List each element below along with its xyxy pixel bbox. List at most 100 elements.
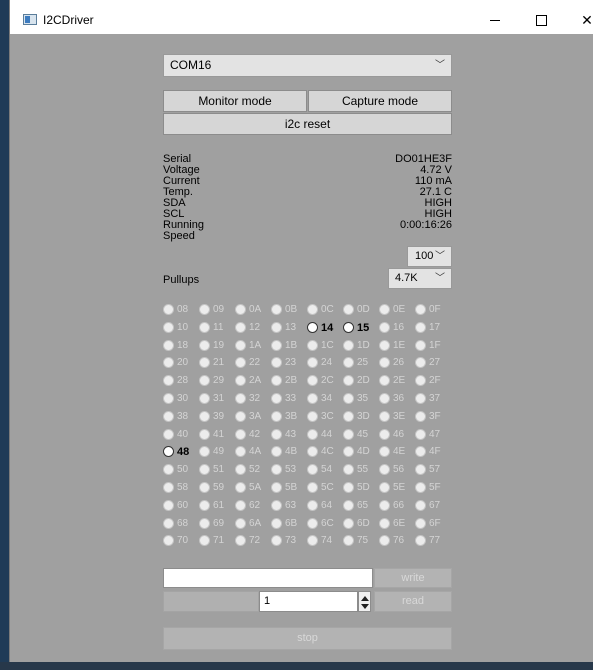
radio-icon[interactable] xyxy=(379,464,390,476)
radio-icon[interactable] xyxy=(235,482,246,493)
radio-icon[interactable] xyxy=(199,517,210,529)
address-6E[interactable]: 6E xyxy=(379,517,405,530)
address-60[interactable]: 60 xyxy=(163,499,188,512)
radio-icon[interactable] xyxy=(271,393,282,404)
radio-icon[interactable] xyxy=(271,464,282,476)
radio-icon[interactable] xyxy=(379,517,390,529)
address-40[interactable]: 40 xyxy=(163,428,188,441)
address-43[interactable]: 43 xyxy=(271,428,296,441)
radio-icon[interactable] xyxy=(379,321,390,333)
address-53[interactable]: 53 xyxy=(271,464,296,476)
address-65[interactable]: 65 xyxy=(343,499,368,512)
radio-icon[interactable] xyxy=(343,499,354,511)
address-52[interactable]: 52 xyxy=(235,464,260,476)
address-3B[interactable]: 3B xyxy=(271,410,297,423)
address-09[interactable]: 09 xyxy=(199,304,224,316)
address-6D[interactable]: 6D xyxy=(343,517,370,530)
monitor-mode-button[interactable]: Monitor mode xyxy=(163,90,307,112)
address-23[interactable]: 23 xyxy=(271,357,296,369)
address-1F[interactable]: 1F xyxy=(415,339,441,352)
address-33[interactable]: 33 xyxy=(271,393,296,405)
address-1D[interactable]: 1D xyxy=(343,339,370,352)
speed-select[interactable]: 100 ﹀ xyxy=(407,246,452,267)
address-1A[interactable]: 1A xyxy=(235,339,261,352)
write-data-input[interactable] xyxy=(163,568,373,588)
radio-icon[interactable] xyxy=(307,357,318,369)
address-3D[interactable]: 3D xyxy=(343,410,370,423)
radio-icon[interactable] xyxy=(415,535,426,547)
address-2B[interactable]: 2B xyxy=(271,375,297,387)
radio-icon[interactable] xyxy=(235,357,246,369)
radio-icon[interactable] xyxy=(307,410,318,422)
radio-icon[interactable] xyxy=(343,357,354,369)
address-49[interactable]: 49 xyxy=(199,446,224,458)
radio-icon[interactable] xyxy=(343,375,354,387)
radio-icon[interactable] xyxy=(415,304,426,315)
address-2C[interactable]: 2C xyxy=(307,375,334,387)
address-3F[interactable]: 3F xyxy=(415,410,441,423)
address-6B[interactable]: 6B xyxy=(271,517,297,530)
radio-icon[interactable] xyxy=(307,446,318,458)
address-16[interactable]: 16 xyxy=(379,321,404,334)
radio-icon[interactable] xyxy=(199,304,210,315)
radio-icon[interactable] xyxy=(379,410,390,422)
read-count-spinner[interactable] xyxy=(358,591,371,612)
address-36[interactable]: 36 xyxy=(379,393,404,405)
address-39[interactable]: 39 xyxy=(199,410,224,423)
address-54[interactable]: 54 xyxy=(307,464,332,476)
address-77[interactable]: 77 xyxy=(415,535,440,547)
radio-icon[interactable] xyxy=(307,535,318,547)
radio-icon[interactable] xyxy=(163,499,174,511)
address-22[interactable]: 22 xyxy=(235,357,260,369)
address-50[interactable]: 50 xyxy=(163,464,188,476)
radio-icon[interactable] xyxy=(199,321,210,333)
address-11[interactable]: 11 xyxy=(199,321,223,334)
radio-icon[interactable] xyxy=(235,375,246,387)
radio-icon[interactable] xyxy=(199,535,210,547)
address-57[interactable]: 57 xyxy=(415,464,440,476)
radio-icon[interactable] xyxy=(163,393,174,404)
address-71[interactable]: 71 xyxy=(199,535,224,547)
stop-button[interactable]: stop xyxy=(163,627,452,650)
address-1C[interactable]: 1C xyxy=(307,339,334,352)
address-51[interactable]: 51 xyxy=(199,464,224,476)
radio-icon[interactable] xyxy=(271,375,282,387)
address-56[interactable]: 56 xyxy=(379,464,404,476)
radio-icon[interactable] xyxy=(415,517,426,529)
radio-icon[interactable] xyxy=(415,464,426,476)
radio-icon[interactable] xyxy=(343,304,354,315)
radio-icon[interactable] xyxy=(199,428,210,440)
write-button[interactable]: write xyxy=(374,568,452,588)
radio-icon[interactable] xyxy=(415,393,426,404)
radio-icon[interactable] xyxy=(271,428,282,440)
address-70[interactable]: 70 xyxy=(163,535,188,547)
address-28[interactable]: 28 xyxy=(163,375,188,387)
address-38[interactable]: 38 xyxy=(163,410,188,423)
title-bar[interactable]: I2CDriver ✕ xyxy=(10,0,593,34)
radio-icon[interactable] xyxy=(307,375,318,387)
address-61[interactable]: 61 xyxy=(199,499,224,512)
radio-icon[interactable] xyxy=(163,375,174,387)
radio-icon[interactable] xyxy=(235,304,246,315)
capture-mode-button[interactable]: Capture mode xyxy=(308,90,452,112)
address-5A[interactable]: 5A xyxy=(235,482,261,494)
radio-icon[interactable] xyxy=(235,393,246,404)
radio-icon[interactable] xyxy=(271,339,282,351)
address-74[interactable]: 74 xyxy=(307,535,332,547)
address-6F[interactable]: 6F xyxy=(415,517,441,530)
address-76[interactable]: 76 xyxy=(379,535,404,547)
read-button[interactable]: read xyxy=(374,591,452,612)
address-4C[interactable]: 4C xyxy=(307,446,334,458)
radio-icon[interactable] xyxy=(235,410,246,422)
address-67[interactable]: 67 xyxy=(415,499,440,512)
i2c-reset-button[interactable]: i2c reset xyxy=(163,113,452,135)
address-2E[interactable]: 2E xyxy=(379,375,405,387)
address-62[interactable]: 62 xyxy=(235,499,260,512)
radio-icon[interactable] xyxy=(235,446,246,458)
address-64[interactable]: 64 xyxy=(307,499,332,512)
address-15[interactable]: 15 xyxy=(343,321,369,334)
address-29[interactable]: 29 xyxy=(199,375,224,387)
address-68[interactable]: 68 xyxy=(163,517,188,530)
radio-icon[interactable] xyxy=(379,339,390,351)
port-select[interactable]: COM16 ﹀ xyxy=(163,54,452,77)
